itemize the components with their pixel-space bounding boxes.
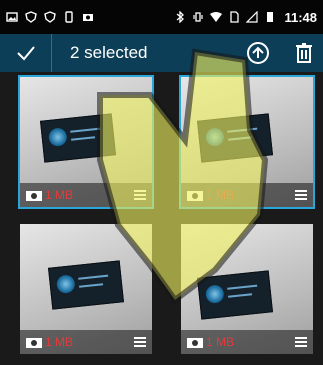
photo-caption: 1 MB: [181, 330, 313, 354]
business-card-image: [48, 260, 124, 310]
signal-icon: [246, 11, 259, 23]
selected-count: 2 selected: [70, 43, 148, 62]
file-size: 1 MB: [45, 188, 74, 202]
battery-icon: [267, 12, 274, 22]
file-size: 1 MB: [45, 335, 74, 349]
check-icon: [16, 46, 35, 61]
selection-action-bar: 2 selected: [0, 34, 323, 72]
file-size: 1 MB: [206, 335, 235, 349]
done-button[interactable]: [0, 34, 52, 72]
camera-icon: [26, 191, 42, 201]
status-bar: 11:48: [0, 0, 323, 34]
file-size: 1 MB: [206, 188, 235, 202]
camera-icon: [83, 14, 93, 21]
camera-icon: [187, 191, 203, 201]
photo-tile[interactable]: 1 MB: [18, 75, 154, 209]
business-card-image: [197, 270, 273, 320]
bluetooth-icon: [177, 11, 185, 23]
photo-grid: 1 MB 1 MB 1 MB 1 MB: [0, 72, 323, 365]
gallery-icon: [6, 12, 18, 22]
list-icon[interactable]: [134, 336, 146, 348]
list-icon[interactable]: [295, 189, 307, 201]
clock: 11:48: [284, 9, 317, 25]
photo-tile[interactable]: 1 MB: [179, 75, 315, 209]
business-card-image: [40, 113, 116, 163]
delete-button[interactable]: [295, 42, 313, 64]
photo-tile[interactable]: 1 MB: [20, 224, 152, 354]
photo-tile[interactable]: 1 MB: [181, 224, 313, 354]
camera-icon: [187, 338, 203, 348]
wifi-icon: [210, 12, 223, 22]
business-card-image: [197, 113, 273, 163]
photo-caption: 1 MB: [20, 330, 152, 354]
list-icon[interactable]: [134, 189, 146, 201]
shield-icon: [44, 11, 56, 23]
shield-icon: [25, 11, 37, 23]
list-icon[interactable]: [295, 336, 307, 348]
vibrate-icon: [193, 12, 204, 22]
photo-caption: 1 MB: [181, 183, 313, 207]
upload-button[interactable]: [245, 40, 271, 66]
camera-icon: [26, 338, 42, 348]
phone-icon: [65, 11, 73, 23]
sim-icon: [230, 11, 240, 23]
photo-caption: 1 MB: [20, 183, 152, 207]
